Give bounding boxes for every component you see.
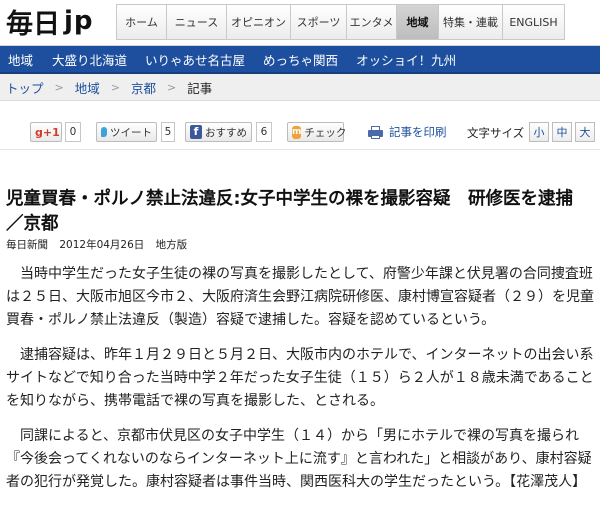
gnav-news[interactable]: ニュース xyxy=(167,5,227,39)
article-source: 毎日新聞 xyxy=(6,239,48,251)
site-header: 毎日 jp ホーム ニュース オピニオン スポーツ エンタメ 地域 特集・連載 E… xyxy=(0,0,600,46)
region-item-hokkaido[interactable]: 大盛り北海道 xyxy=(52,50,127,69)
breadcrumb-chiiki[interactable]: 地域 xyxy=(75,78,100,97)
breadcrumb-top[interactable]: トップ xyxy=(6,78,44,97)
article-meta: 毎日新聞 2012年04月26日 地方版 xyxy=(6,237,195,252)
mixi-check-button[interactable]: m チェック xyxy=(287,122,347,142)
gnav-tokushu[interactable]: 特集・連載 xyxy=(439,5,503,39)
facebook-icon: f xyxy=(190,125,202,139)
region-item-chiiki[interactable]: 地域 xyxy=(8,50,33,69)
article-headline: 児童買春・ポルノ禁止法違反:女子中学生の裸を撮影容疑 研修医を逮捕 ／京都 xyxy=(6,189,591,234)
gplus-count: 0 xyxy=(65,122,81,142)
article-paragraph-2: 逮捕容疑は、昨年１月２９日と５月２日、大阪市内のホテルで、インターネットの出会い… xyxy=(6,347,594,409)
print-label: 記事を印刷 xyxy=(389,125,447,139)
twitter-icon xyxy=(101,127,107,137)
font-size-small-button[interactable]: 小 xyxy=(529,122,549,142)
font-size-label: 文字サイズ xyxy=(467,126,525,140)
mixi-icon: m xyxy=(292,125,302,139)
tweet-count: 5 xyxy=(161,122,175,142)
article-paragraph-3: 同課によると、京都市伏見区の女子中学生（１４）から「男にホテルで裸の写真を撮られ… xyxy=(6,428,592,490)
chevron-right-icon: > xyxy=(110,80,120,94)
article-paragraph-1: 当時中学生だった女子生徒の裸の写真を撮影したとして、府警少年課と伏見署の合同捜査… xyxy=(6,266,594,328)
printer-icon xyxy=(368,125,383,139)
global-nav: ホーム ニュース オピニオン スポーツ エンタメ 地域 特集・連載 ENGLIS… xyxy=(116,4,565,40)
gplus-label: +1 xyxy=(42,125,60,139)
region-item-nagoya[interactable]: いりゃあせ名古屋 xyxy=(145,50,245,69)
region-item-kyushu[interactable]: オッショイ！九州 xyxy=(356,50,456,69)
gplus-button[interactable]: g +1 xyxy=(30,122,62,142)
breadcrumb-kyoto[interactable]: 京都 xyxy=(131,78,156,97)
font-size-large-button[interactable]: 大 xyxy=(575,122,595,142)
site-logo[interactable]: 毎日 jp xyxy=(6,4,94,40)
gnav-english[interactable]: ENGLISH xyxy=(503,5,565,39)
region-nav: 地域 大盛り北海道 いりゃあせ名古屋 めっちゃ関西 オッショイ！九州 xyxy=(0,46,600,74)
breadcrumb: トップ > 地域 > 京都 > 記事 xyxy=(0,74,600,101)
region-item-kansai[interactable]: めっちゃ関西 xyxy=(263,50,338,69)
gnav-chiiki[interactable]: 地域 xyxy=(397,5,439,39)
mixi-label: チェック xyxy=(304,126,347,139)
gplus-icon: g xyxy=(35,125,43,139)
breadcrumb-current: 記事 xyxy=(187,80,213,96)
facebook-recommend-button[interactable]: f おすすめ xyxy=(185,122,252,142)
font-size-medium-button[interactable]: 中 xyxy=(552,122,572,142)
tweet-button[interactable]: ツイート xyxy=(96,122,157,142)
article-section: 地方版 xyxy=(155,239,188,251)
logo-text: 毎日 xyxy=(6,8,60,40)
logo-jp: jp xyxy=(64,6,94,36)
gnav-entame[interactable]: エンタメ xyxy=(347,5,397,39)
gnav-opinion[interactable]: オピニオン xyxy=(227,5,291,39)
article-date: 2012年04月26日 xyxy=(59,239,145,251)
fb-count: 6 xyxy=(256,122,272,142)
gnav-sports[interactable]: スポーツ xyxy=(291,5,347,39)
gnav-home[interactable]: ホーム xyxy=(117,5,167,39)
article-toolbar: g +1 0 ツイート 5 f おすすめ 6 m チェック 記事を印刷 文字サイ… xyxy=(0,116,600,150)
chevron-right-icon: > xyxy=(166,80,177,94)
tweet-label: ツイート xyxy=(110,126,152,139)
chevron-right-icon: > xyxy=(54,80,64,94)
print-link[interactable]: 記事を印刷 xyxy=(368,124,447,140)
fb-label: おすすめ xyxy=(205,126,247,139)
